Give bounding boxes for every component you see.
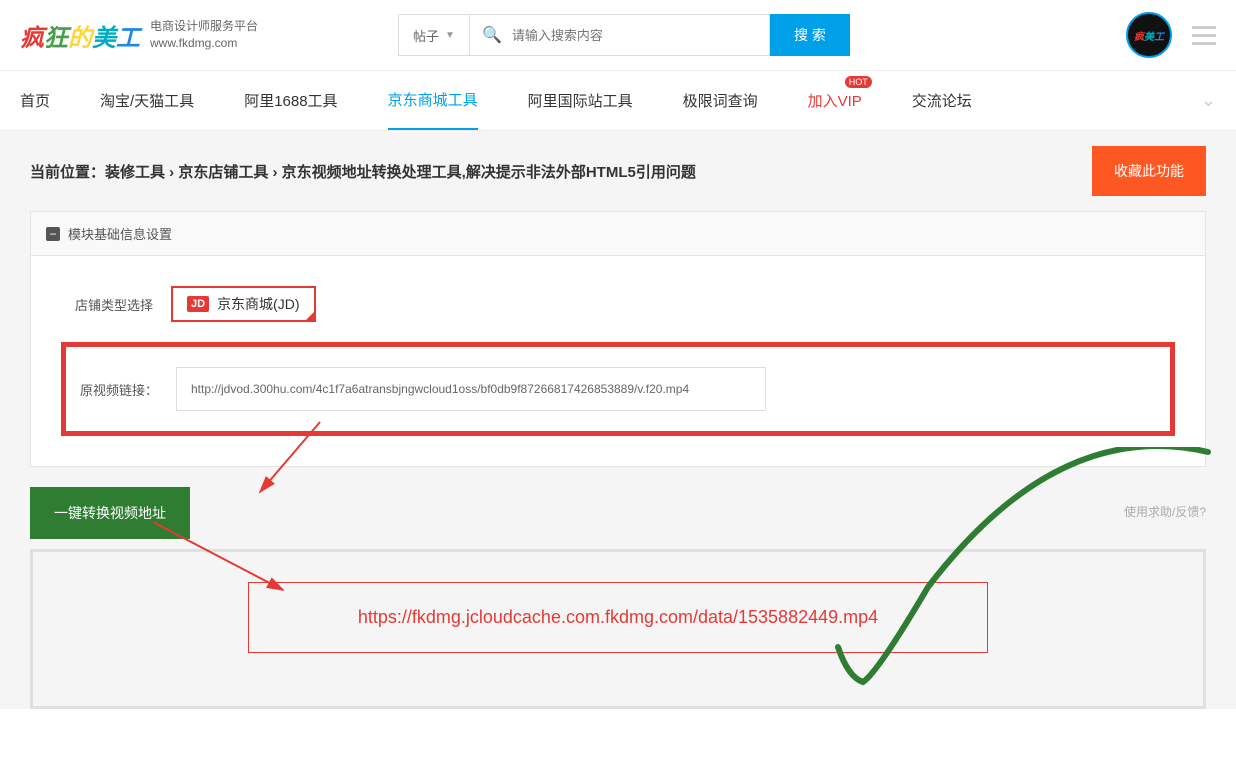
panel-body: 店铺类型选择 JD 京东商城(JD) 原视频链接： <box>31 256 1205 466</box>
nav-forum[interactable]: 交流论坛 <box>912 72 972 129</box>
original-link-label: 原视频链接： <box>76 380 176 399</box>
main-nav: 首页 淘宝/天猫工具 阿里1688工具 京东商城工具 阿里国际站工具 极限词查询… <box>0 70 1236 131</box>
search-input[interactable] <box>512 28 757 43</box>
collapse-icon[interactable]: − <box>46 227 60 241</box>
breadcrumb-row: 当前位置：装修工具 › 京东店铺工具 › 京东视频地址转换处理工具,解决提示非法… <box>0 131 1236 211</box>
shop-type-row: 店铺类型选择 JD 京东商城(JD) <box>61 286 1175 322</box>
hot-badge: HOT <box>845 76 872 88</box>
selected-corner-icon <box>304 310 316 322</box>
chevron-down-icon: ▼ <box>445 30 455 41</box>
hamburger-menu-icon[interactable] <box>1192 26 1216 45</box>
favorite-button[interactable]: 收藏此功能 <box>1092 146 1206 196</box>
nav-home[interactable]: 首页 <box>20 72 50 129</box>
panel-title: − 模块基础信息设置 <box>31 212 1205 256</box>
original-link-input[interactable] <box>176 367 766 411</box>
nav-taobao[interactable]: 淘宝/天猫工具 <box>100 72 194 129</box>
convert-button[interactable]: 一键转换视频地址 <box>30 487 190 539</box>
logo-icon: 疯狂的美工 <box>20 18 140 53</box>
logo-area: 疯狂的美工 电商设计师服务平台 www.fkdmg.com <box>20 18 258 53</box>
chevron-down-icon[interactable]: ⌄ <box>1201 90 1216 111</box>
settings-panel: − 模块基础信息设置 店铺类型选择 JD 京东商城(JD) 原视频链接： <box>30 211 1206 467</box>
search-category-label: 帖子 <box>413 26 439 45</box>
result-box: https://fkdmg.jcloudcache.com.fkdmg.com/… <box>248 582 988 653</box>
platform-url: www.fkdmg.com <box>150 35 258 52</box>
convert-row: 一键转换视频地址 使用求助/反馈? <box>30 487 1206 539</box>
content: 当前位置：装修工具 › 京东店铺工具 › 京东视频地址转换处理工具,解决提示非法… <box>0 131 1236 709</box>
platform-desc: 电商设计师服务平台 <box>150 18 258 35</box>
result-panel: https://fkdmg.jcloudcache.com.fkdmg.com/… <box>30 549 1206 709</box>
video-link-highlight-box: 原视频链接： <box>61 342 1175 436</box>
nav-keyword[interactable]: 极限词查询 <box>683 72 758 129</box>
search-category-select[interactable]: 帖子 ▼ <box>398 14 470 56</box>
jd-badge-icon: JD <box>187 296 209 312</box>
avatar[interactable]: 疯美工 <box>1126 12 1172 58</box>
nav-1688[interactable]: 阿里1688工具 <box>244 72 337 129</box>
result-url: https://fkdmg.jcloudcache.com.fkdmg.com/… <box>269 607 967 628</box>
shop-type-label: 店铺类型选择 <box>61 295 171 314</box>
search-button[interactable]: 搜 索 <box>770 14 850 56</box>
search-icon: 🔍 <box>482 25 502 45</box>
shop-type-value: 京东商城(JD) <box>217 294 299 314</box>
help-link[interactable]: 使用求助/反馈? <box>1124 503 1206 520</box>
header: 疯狂的美工 电商设计师服务平台 www.fkdmg.com 帖子 ▼ 🔍 搜 索… <box>0 0 1236 70</box>
search-bar: 帖子 ▼ 🔍 搜 索 <box>398 14 850 56</box>
nav-ali-intl[interactable]: 阿里国际站工具 <box>528 72 633 129</box>
logo-subtitle: 电商设计师服务平台 www.fkdmg.com <box>150 18 258 52</box>
nav-jd[interactable]: 京东商城工具 <box>388 71 478 130</box>
shop-type-select[interactable]: JD 京东商城(JD) <box>171 286 316 322</box>
nav-vip[interactable]: 加入VIP HOT <box>808 72 862 129</box>
breadcrumb: 当前位置：装修工具 › 京东店铺工具 › 京东视频地址转换处理工具,解决提示非法… <box>30 161 696 182</box>
